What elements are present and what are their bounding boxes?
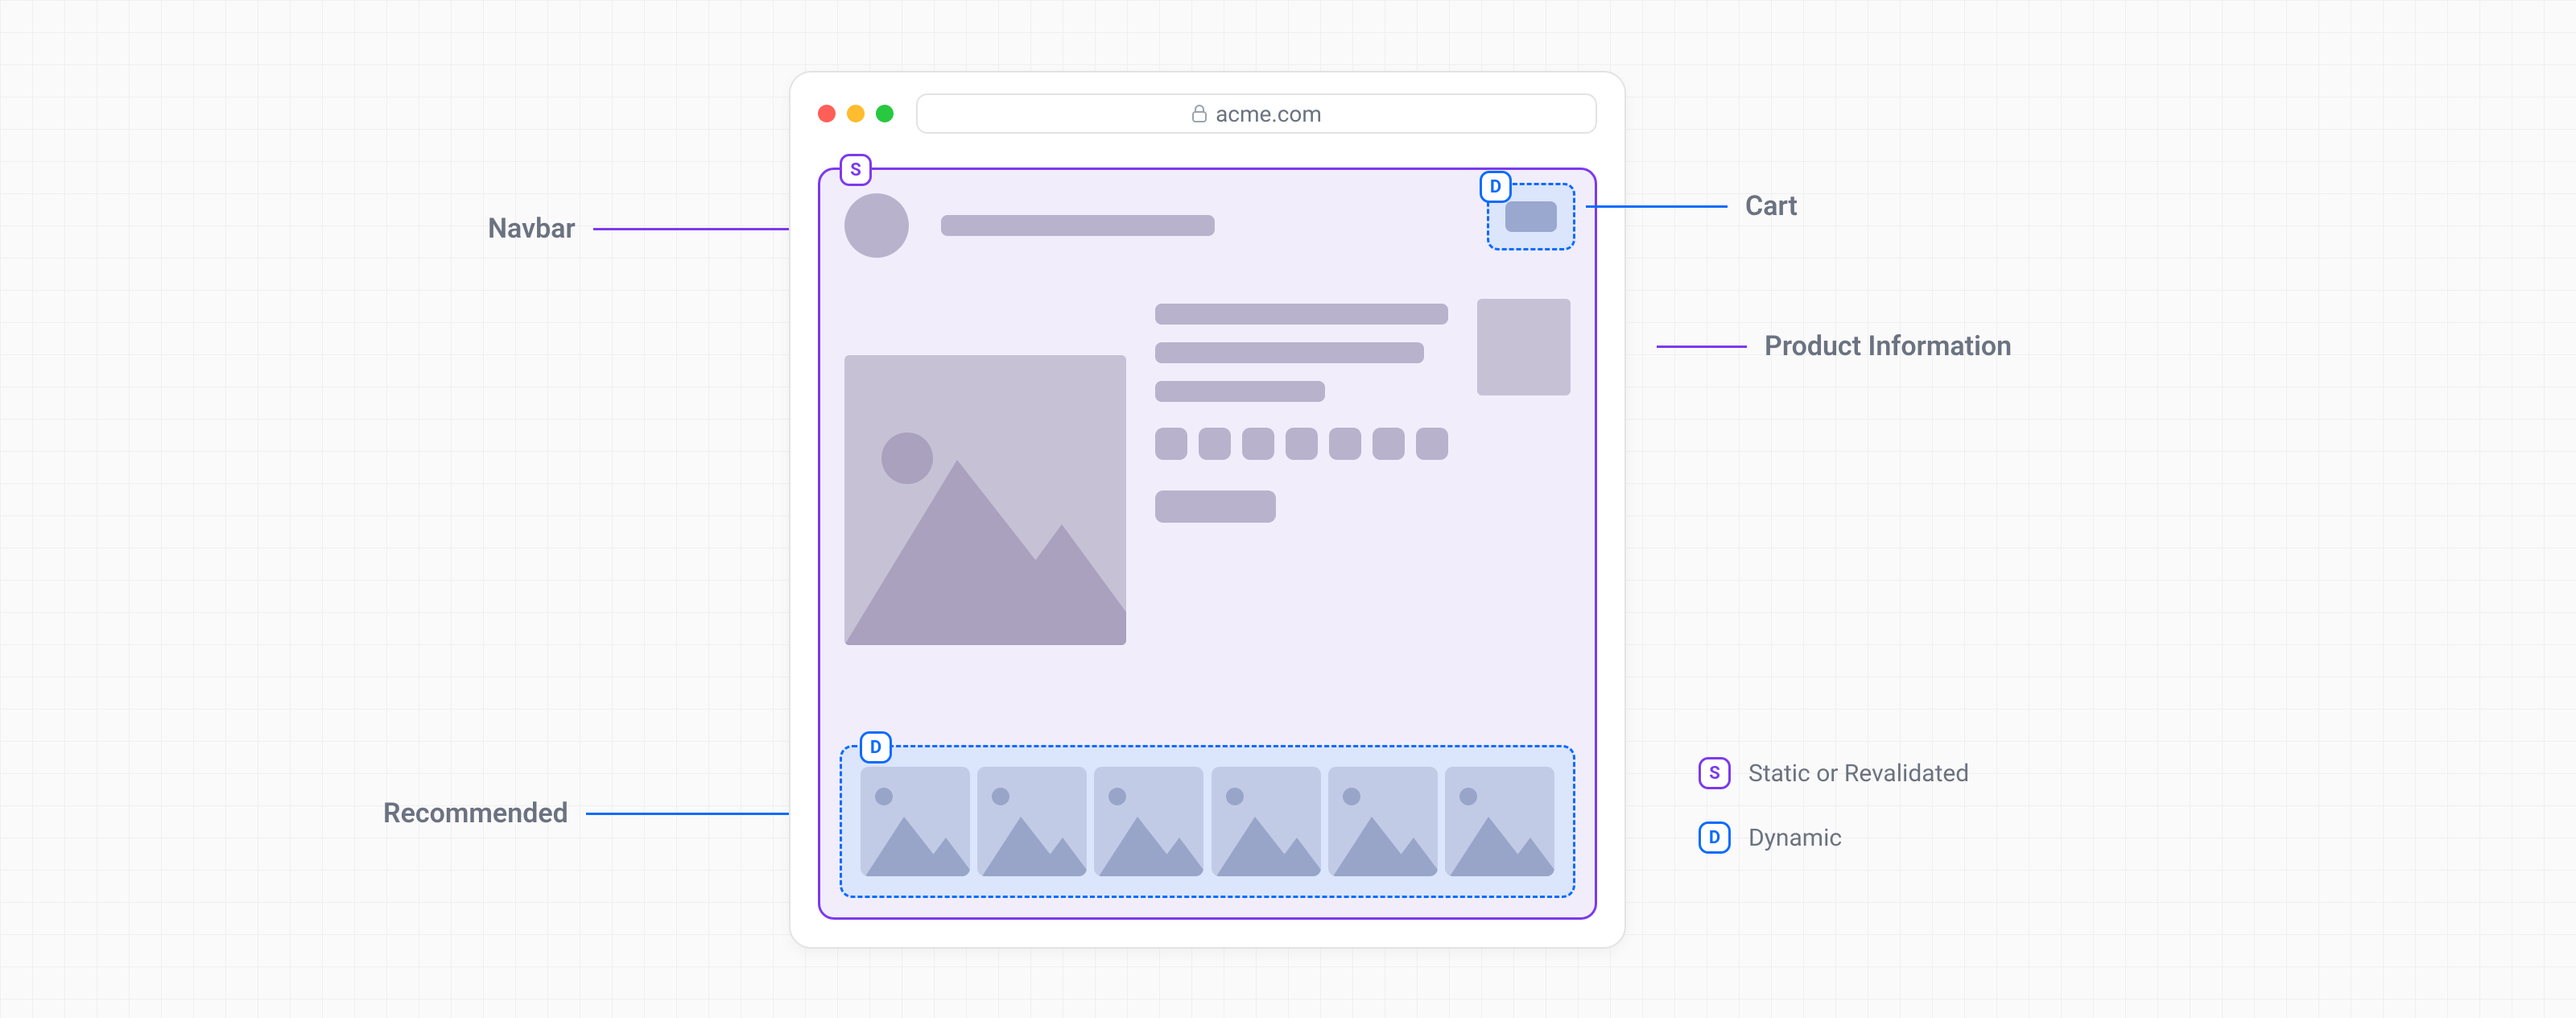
legend: S Static or Revalidated D Dynamic [1699,757,1969,854]
callout-product: Product Information [1657,330,2012,362]
static-badge-icon: S [1699,757,1731,789]
static-region: S D [818,168,1597,920]
image-placeholder-icon [844,355,1126,645]
recommended-card [1094,767,1203,876]
callout-navbar: Navbar [488,213,803,245]
close-icon [818,105,836,122]
chip-placeholder [1416,428,1448,460]
address-bar: acme.com [916,93,1597,134]
product-info-col [1155,299,1448,645]
dynamic-badge-icon: D [860,731,892,764]
navbar-region [844,191,1571,260]
legend-row-static: S Static or Revalidated [1699,757,1969,789]
thumb-placeholder [1477,299,1571,395]
text-placeholder [1155,304,1448,325]
connector-line [593,228,803,230]
diagram-canvas: Navbar Recommended acme.com S [0,0,2576,1018]
browser-window: acme.com S D [789,71,1626,949]
cart-placeholder [1505,201,1557,232]
chip-placeholder [1199,428,1231,460]
recommended-card [861,767,970,876]
callout-cart-label: Cart [1745,190,1798,222]
chip-placeholder [1242,428,1274,460]
maximize-icon [876,105,894,122]
text-placeholder [1155,381,1325,402]
recommended-card [1445,767,1554,876]
recommended-card [1212,767,1321,876]
callout-recommended-label: Recommended [383,797,568,830]
recommended-card [977,767,1087,876]
callout-recommended: Recommended [383,797,803,830]
dynamic-badge-icon: D [1480,171,1512,203]
legend-dynamic-label: Dynamic [1748,824,1842,852]
callout-navbar-label: Navbar [488,213,576,245]
recommended-region: D [840,745,1575,898]
recommended-card [1328,767,1438,876]
address-bar-url: acme.com [1216,101,1322,127]
browser-titlebar: acme.com [791,72,1624,148]
nav-placeholder [941,215,1215,236]
cart-region: D [1487,183,1575,250]
static-badge-icon: S [840,154,872,186]
chip-placeholder [1373,428,1405,460]
chip-placeholder [1286,428,1318,460]
legend-static-label: Static or Revalidated [1748,759,1969,788]
dynamic-badge-icon: D [1699,821,1731,854]
logo-placeholder [844,193,909,258]
connector-line [586,813,803,815]
text-placeholder [1155,342,1425,363]
chip-placeholder [1155,428,1187,460]
option-chips [1155,428,1448,460]
lock-icon [1191,104,1208,123]
minimize-icon [847,105,865,122]
product-information-region [844,299,1571,645]
callout-cart: Cart [1586,190,1798,222]
button-placeholder [1155,490,1276,523]
callout-product-label: Product Information [1765,330,2012,362]
connector-line [1657,346,1747,348]
legend-row-dynamic: D Dynamic [1699,821,1969,854]
chip-placeholder [1329,428,1361,460]
traffic-lights [818,105,894,122]
connector-line [1586,205,1728,208]
